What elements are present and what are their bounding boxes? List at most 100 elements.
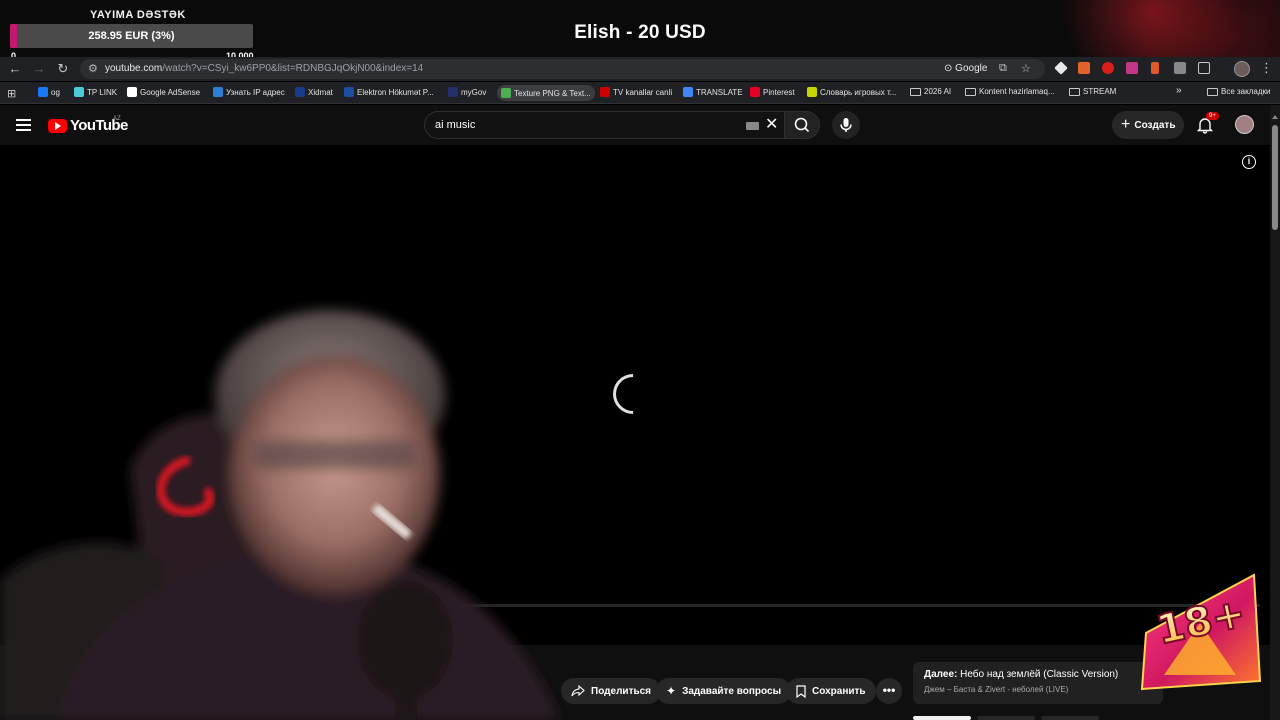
account-avatar[interactable]	[1235, 115, 1254, 134]
bookmark-item[interactable]: TP LINK	[74, 87, 117, 97]
loading-spinner	[604, 365, 662, 423]
folder-icon	[1207, 87, 1218, 96]
bookmark-item[interactable]: Kontent hazirlamaq...	[965, 87, 1055, 96]
install-app-icon[interactable]: ⧉	[999, 62, 1007, 75]
bookmark-label: og	[51, 87, 60, 97]
bookmark-item[interactable]: Google AdSense	[127, 87, 200, 97]
egov-icon	[344, 87, 354, 97]
bookmark-item[interactable]: Словарь игровых т...	[807, 87, 896, 97]
bookmark-label: TP LINK	[87, 87, 118, 97]
save-label: Сохранить	[812, 685, 866, 697]
extension-grid-icon[interactable]	[1174, 62, 1186, 74]
all-bookmarks-button[interactable]: Все закладки	[1207, 87, 1270, 96]
share-button[interactable]: Поделиться	[561, 678, 662, 704]
address-url: youtube.com/watch?v=CSyi_kw6PP0&list=RDN…	[105, 63, 423, 74]
page-scrollbar[interactable]	[1270, 105, 1280, 720]
bookmark-item[interactable]: STREAM	[1069, 87, 1116, 96]
scroll-up-arrow[interactable]	[1272, 115, 1278, 119]
search-input[interactable]: ai music ✕	[424, 111, 786, 139]
ask-button[interactable]: ✦ Задавайте вопросы	[656, 678, 792, 704]
google-lens-label: Google	[955, 63, 988, 74]
bookmark-item[interactable]: Узнать IP адрес	[213, 87, 285, 97]
all-bookmarks-label: Все закладки	[1221, 87, 1271, 96]
keyboard-icon[interactable]	[746, 122, 759, 130]
extension-icon[interactable]	[1054, 61, 1068, 75]
notifications-badge: 9+	[1206, 112, 1219, 120]
bookmark-item[interactable]: 2026 AI	[910, 87, 951, 96]
bookmark-label: Google AdSense	[140, 87, 201, 97]
back-icon[interactable]: ←	[7, 61, 23, 77]
more-actions-icon[interactable]: •••	[876, 678, 902, 704]
bookmark-item[interactable]: Xidmat	[295, 87, 333, 97]
browser-menu-icon[interactable]: ⋮	[1260, 60, 1273, 76]
play-icon[interactable]: ▶	[36, 618, 46, 634]
dictionary-icon	[807, 87, 817, 97]
bookmark-label: 2026 AI	[924, 87, 952, 96]
google-lens-chip[interactable]: ⊙ Google	[940, 61, 991, 77]
video-player[interactable]: i ⏮ ▶ 🔈 0:00 / 3:21	[0, 145, 1270, 645]
up-next-subtitle: Джем – Баста & Zivert - неболей (LIVE)	[924, 685, 1069, 694]
tv-icon	[600, 87, 610, 97]
create-button[interactable]: + Создать	[1112, 111, 1184, 139]
site-info-icon[interactable]: ⚙	[88, 62, 98, 75]
bookmark-label: Texture PNG & Text...	[514, 88, 591, 98]
forward-icon[interactable]: →	[31, 61, 47, 77]
previous-icon[interactable]: ⏮	[10, 618, 22, 634]
bookmark-item[interactable]: Texture PNG & Text...	[497, 85, 595, 101]
stream-title: Elish - 20 USD	[574, 22, 706, 43]
menu-icon[interactable]	[16, 119, 31, 134]
sparkle-icon: ✦	[666, 684, 677, 698]
mygov-icon	[448, 87, 458, 97]
extension-red-icon[interactable]	[1102, 62, 1114, 74]
bookmark-label: Узнать IP адрес	[226, 87, 285, 97]
folder-icon	[910, 87, 921, 96]
youtube-play-icon	[48, 118, 67, 133]
create-label: Создать	[1134, 119, 1176, 131]
plus-icon: +	[1121, 116, 1131, 133]
voice-search-button[interactable]	[832, 111, 860, 139]
profile-avatar[interactable]	[1234, 61, 1250, 77]
video-progress-bar[interactable]	[10, 604, 1260, 607]
bookmark-item[interactable]: Elektron Hökumət P...	[344, 87, 434, 97]
bookmark-item[interactable]: Pinterest	[750, 87, 795, 97]
up-next-title: Небо над землёй (Classic Version)	[960, 669, 1119, 680]
extension-instagram-icon[interactable]	[1126, 62, 1138, 74]
info-icon[interactable]: i	[1242, 155, 1256, 169]
age-restriction-badge: 18+	[1140, 573, 1262, 691]
search-query: ai music	[435, 119, 476, 131]
folder-icon	[1069, 87, 1080, 96]
extension-fox-icon[interactable]	[1078, 62, 1090, 74]
scroll-thumb[interactable]	[1272, 125, 1278, 230]
folder-icon	[965, 87, 976, 96]
filter-chips	[913, 716, 1099, 720]
reload-icon[interactable]: ↻	[55, 61, 71, 77]
up-next-card[interactable]: Далее: Небо над землёй (Classic Version)…	[913, 662, 1163, 704]
search-icon	[794, 117, 810, 133]
address-bar[interactable]: ⚙ youtube.com/watch?v=CSyi_kw6PP0&list=R…	[80, 59, 1045, 79]
bookmark-item[interactable]: og	[38, 87, 60, 97]
region-code: AZ	[113, 116, 121, 122]
bookmark-icon	[796, 684, 806, 698]
channel-name[interactable]: Бaста Music	[45, 679, 101, 690]
apps-grid-icon[interactable]: ⊞	[7, 87, 16, 100]
volume-icon[interactable]: 🔈	[60, 618, 76, 634]
bookmark-item[interactable]: TV kanallar canli	[600, 87, 672, 97]
subscribe-button[interactable]: Подписаться	[150, 681, 225, 703]
search-button[interactable]	[784, 111, 820, 139]
bookmarks-overflow-icon[interactable]: »	[1176, 85, 1182, 96]
google-icon	[127, 87, 137, 97]
extension-pen-icon[interactable]	[1151, 62, 1159, 74]
youtube-header: YouTube AZ ai music ✕ + Создать 9+	[0, 105, 1270, 145]
chip[interactable]	[913, 716, 971, 720]
ip-icon	[213, 87, 223, 97]
share-icon	[571, 685, 585, 697]
chip[interactable]	[977, 716, 1035, 720]
save-button[interactable]: Сохранить	[786, 678, 876, 704]
clear-search-icon[interactable]: ✕	[765, 116, 778, 134]
bookmark-star-icon[interactable]: ☆	[1021, 62, 1031, 75]
bookmark-item[interactable]: TRANSLATE	[683, 87, 743, 97]
donation-title: YAYIMA DƏSTƏK	[90, 9, 186, 21]
chip[interactable]	[1041, 716, 1099, 720]
bookmark-item[interactable]: myGov	[448, 87, 486, 97]
extensions-puzzle-icon[interactable]	[1198, 62, 1210, 74]
